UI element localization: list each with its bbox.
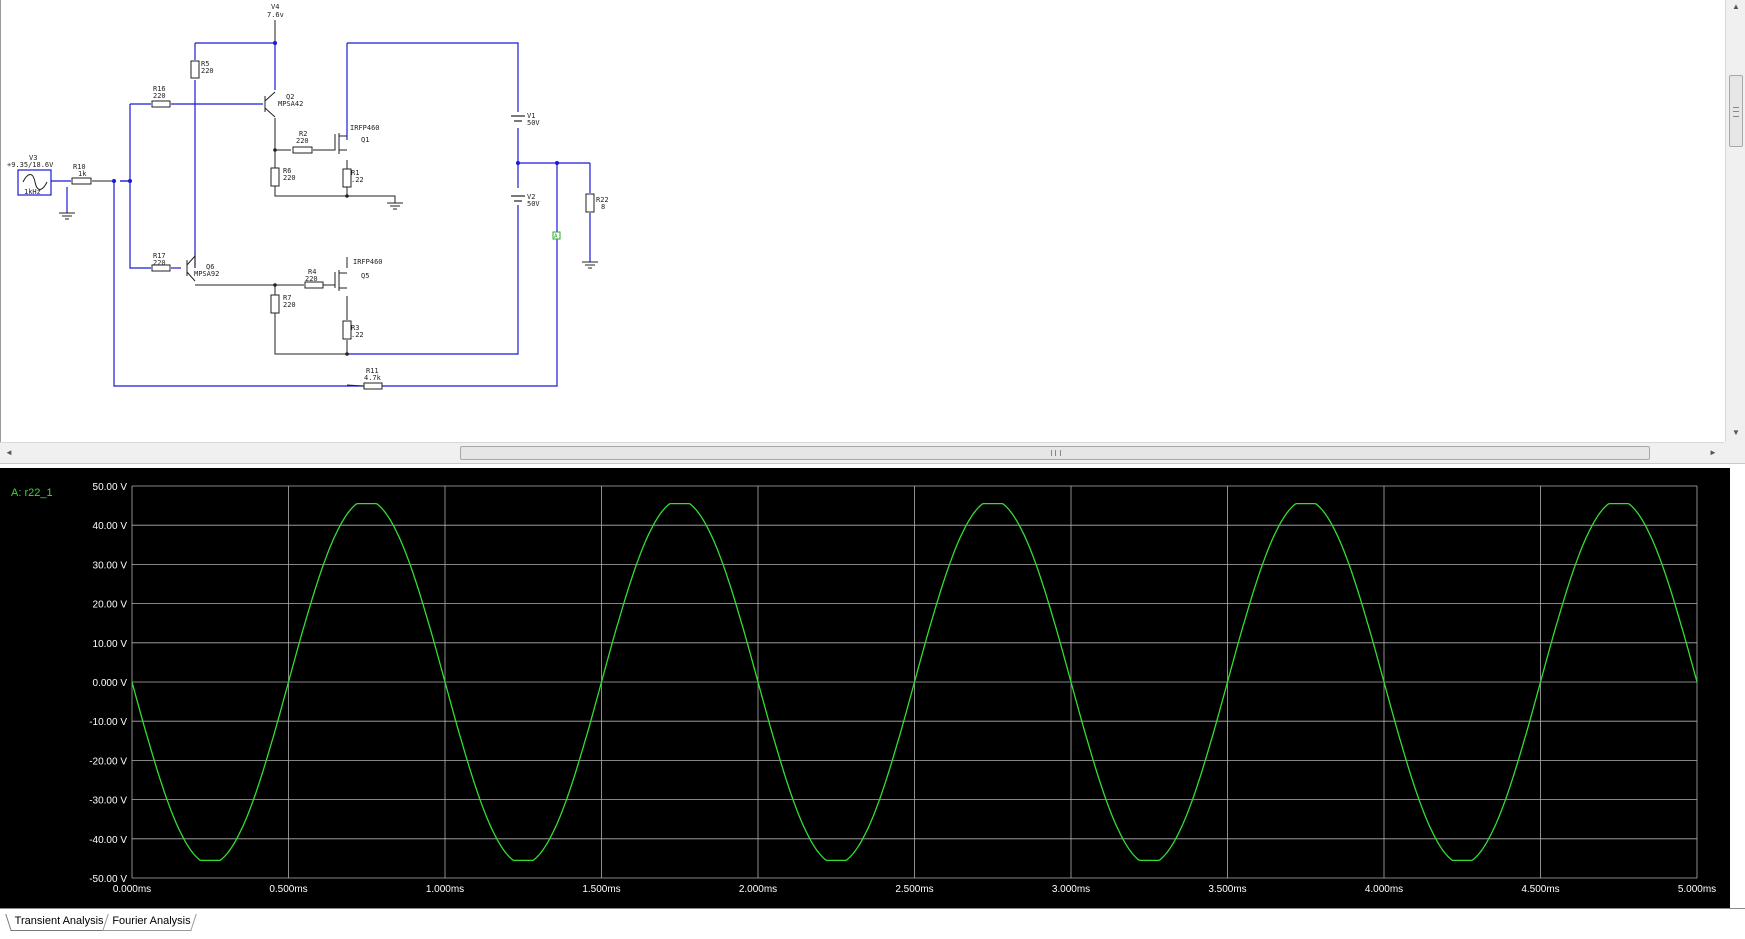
r2-value: 220 — [296, 137, 309, 145]
y-tick-label: 50.00 V — [93, 482, 128, 493]
v3-freq: 1kHz — [24, 188, 41, 196]
scroll-up-arrow-icon[interactable]: ▲ — [1730, 1, 1742, 13]
q2-model: MPSA42 — [278, 100, 303, 108]
r7-value: 220 — [283, 301, 296, 309]
transistor-symbols — [186, 91, 347, 291]
x-tick-label: 4.000ms — [1365, 884, 1403, 895]
grapher-view[interactable]: 50.00 V 40.00 V 30.00 V 20.00 V 10.00 V 0.000… — [0, 468, 1730, 908]
x-tick-label: 1.000ms — [426, 884, 464, 895]
y-tick-label: 10.00 V — [93, 639, 128, 650]
y-tick-label: 0.000 V — [93, 678, 128, 689]
x-tick-label: 1.500ms — [582, 884, 620, 895]
horizontal-scrollbar[interactable]: ◄ ► — [0, 442, 1724, 463]
x-tick-label: 3.000ms — [1052, 884, 1090, 895]
x-tick-label: 0.000ms — [113, 884, 151, 895]
v3-value: +9.35/18.6V — [7, 161, 54, 169]
r22-value: 8 — [601, 203, 605, 211]
circuit-schematic[interactable]: A V4 7.6v V3 +9.35/18.6V 1kHz R10 1k R5 … — [1, 0, 1725, 442]
y-tick-label: -10.00 V — [89, 717, 127, 728]
r3-value: .22 — [351, 331, 364, 339]
grip-icon — [1733, 107, 1739, 117]
tab-fourier-analysis[interactable]: Fourier Analysis — [102, 914, 197, 931]
resistor-bodies — [71, 60, 595, 390]
r10-value: 1k — [78, 170, 87, 178]
ground-symbols — [59, 202, 598, 269]
r11-value: 4.7k — [364, 374, 382, 382]
y-tick-label: 20.00 V — [93, 600, 128, 611]
tab-fourier-label: Fourier Analysis — [112, 915, 191, 927]
q1-model: IRFP460 — [350, 124, 380, 132]
vertical-scrollbar[interactable]: ▲ ▼ — [1725, 0, 1745, 442]
probe-label: A — [554, 233, 558, 240]
scrollbar-corner — [1724, 442, 1745, 463]
transient-plot[interactable]: 50.00 V 40.00 V 30.00 V 20.00 V 10.00 V 0.000… — [0, 468, 1730, 908]
x-tick-label: 2.500ms — [895, 884, 933, 895]
x-tick-label: 4.500ms — [1521, 884, 1559, 895]
analysis-tabs: Transient Analysis Fourier Analysis — [0, 908, 1745, 939]
scroll-down-arrow-icon[interactable]: ▼ — [1730, 427, 1742, 439]
q5-model: IRFP460 — [353, 258, 383, 266]
q1-name: Q1 — [361, 136, 369, 144]
q6-model: MPSA92 — [194, 270, 219, 278]
junction-dots — [112, 41, 559, 183]
y-tick-label: -40.00 V — [89, 835, 127, 846]
grip-icon — [1051, 450, 1061, 456]
horizontal-scroll-thumb[interactable] — [460, 446, 1650, 460]
x-tick-label: 0.500ms — [269, 884, 307, 895]
x-tick-label: 5.000ms — [1678, 884, 1716, 895]
r17-value: 220 — [153, 259, 166, 267]
x-axis-ticks: 0.000ms 0.500ms 1.000ms 1.500ms 2.000ms 2.500… — [113, 884, 1716, 895]
v1-value: 50V — [527, 119, 540, 127]
r1-value: .22 — [351, 176, 364, 184]
y-axis-ticks: 50.00 V 40.00 V 30.00 V 20.00 V 10.00 V 0.000… — [89, 482, 127, 885]
x-tick-label: 3.500ms — [1208, 884, 1246, 895]
wires — [51, 42, 591, 387]
tab-transient-label: Transient Analysis — [14, 915, 104, 927]
trace-label: A: r22_1 — [11, 487, 53, 499]
v2-value: 50V — [527, 200, 540, 208]
y-tick-label: -30.00 V — [89, 796, 127, 807]
y-tick-label: 40.00 V — [93, 521, 128, 532]
vertical-scroll-thumb[interactable] — [1729, 75, 1743, 147]
y-tick-label: 30.00 V — [93, 560, 128, 571]
y-tick-label: -20.00 V — [89, 756, 127, 767]
v4-value: 7.6v — [267, 11, 284, 19]
r6-value: 220 — [283, 174, 296, 182]
scroll-left-arrow-icon[interactable]: ◄ — [3, 447, 15, 459]
scroll-right-arrow-icon[interactable]: ► — [1707, 447, 1719, 459]
r5-value: 220 — [201, 67, 214, 75]
schematic-canvas[interactable]: A V4 7.6v V3 +9.35/18.6V 1kHz R10 1k R5 … — [0, 0, 1745, 442]
r16-value: 220 — [153, 92, 166, 100]
q5-name: Q5 — [361, 272, 369, 280]
r4-value: 220 — [305, 275, 318, 283]
x-tick-label: 2.000ms — [739, 884, 777, 895]
v4-name: V4 — [271, 3, 279, 11]
